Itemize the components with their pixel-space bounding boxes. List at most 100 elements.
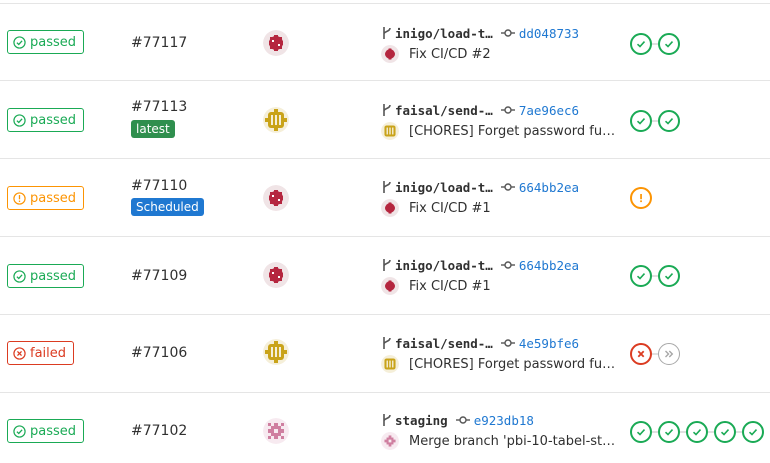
scheduled-badge: Scheduled [131, 198, 204, 216]
pipeline-stages [630, 110, 680, 132]
commit-message-link[interactable]: Fix CI/CD #2 [409, 47, 491, 62]
commit-sha-link[interactable]: e923db18 [474, 413, 534, 428]
branch-name-link[interactable]: inigo/load-t… [395, 180, 493, 195]
commit-sha-link[interactable]: 7ae96ec6 [519, 103, 579, 118]
ref-line: faisal/send-… 7ae96ec6 [381, 101, 579, 119]
pipeline-stages [630, 421, 764, 443]
latest-badge: latest [131, 120, 175, 138]
stage-warning-icon[interactable] [630, 187, 652, 209]
status-badge[interactable]: failed [7, 341, 75, 365]
avatar[interactable] [263, 339, 289, 365]
status-label: passed [30, 423, 77, 439]
branch-name-link[interactable]: staging [395, 413, 448, 428]
status-label: passed [30, 190, 77, 206]
branch-icon [381, 336, 393, 350]
commit-message-link[interactable]: [CHORES] Forget password func… [409, 124, 619, 139]
avatar[interactable] [263, 262, 289, 288]
commit-author-avatar[interactable] [381, 199, 399, 217]
commit-line: Merge branch 'pbi-10-tabel-stat… [381, 431, 619, 451]
status-badge[interactable]: passed [7, 108, 85, 132]
commit-message-link[interactable]: [CHORES] Forget password func… [409, 357, 619, 372]
avatar[interactable] [263, 418, 289, 444]
ref-line: inigo/load-t… 664bb2ea [381, 256, 579, 274]
commit-icon [455, 415, 470, 425]
status-warning-icon [13, 191, 26, 205]
avatar[interactable] [263, 185, 289, 211]
stage-passed-icon[interactable] [630, 421, 652, 443]
status-badge[interactable]: passed [7, 186, 85, 210]
pipeline-row: passed #77117 inigo/load-t… dd048733 Fix… [0, 3, 770, 81]
branch-name-link[interactable]: faisal/send-… [395, 336, 493, 351]
commit-icon [500, 182, 515, 192]
pipeline-row: passed #77109 inigo/load-t… 664bb2ea Fix… [0, 237, 770, 315]
stage-passed-icon[interactable] [658, 421, 680, 443]
status-label: failed [30, 345, 67, 361]
status-badge[interactable]: passed [7, 264, 85, 288]
stage-passed-icon[interactable] [630, 110, 652, 132]
ref-line: staging e923db18 [381, 411, 534, 429]
status-passed-icon [13, 35, 26, 49]
pipeline-id-link[interactable]: #77117 [131, 35, 187, 51]
pipeline-row: passed #77113 latest faisal/send-… 7ae96… [0, 81, 770, 159]
commit-line: [CHORES] Forget password func… [381, 121, 619, 141]
pipeline-row: failed #77106 faisal/send-… 4e59bfe6 [CH… [0, 315, 770, 393]
status-label: passed [30, 34, 77, 50]
commit-icon [500, 338, 515, 348]
stage-passed-icon[interactable] [658, 110, 680, 132]
commit-line: [CHORES] Forget password func… [381, 354, 619, 374]
stage-failed-icon[interactable] [630, 343, 652, 365]
stage-passed-icon[interactable] [630, 265, 652, 287]
status-passed-icon [13, 269, 26, 283]
commit-author-avatar[interactable] [381, 122, 399, 140]
status-passed-icon [13, 113, 26, 127]
status-badge[interactable]: passed [7, 30, 85, 54]
commit-sha-link[interactable]: 4e59bfe6 [519, 336, 579, 351]
branch-icon [381, 26, 393, 40]
pipeline-row: passed #77110 Scheduled inigo/load-t… 66… [0, 159, 770, 237]
commit-line: Fix CI/CD #1 [381, 276, 491, 296]
commit-sha-link[interactable]: 664bb2ea [519, 180, 579, 195]
branch-icon [381, 180, 393, 194]
pipeline-stages [630, 33, 680, 55]
commit-icon [500, 105, 515, 115]
branch-name-link[interactable]: inigo/load-t… [395, 258, 493, 273]
branch-icon [381, 413, 393, 427]
branch-name-link[interactable]: inigo/load-t… [395, 26, 493, 41]
pipeline-id-link[interactable]: #77110 [131, 178, 187, 194]
pipeline-id-link[interactable]: #77109 [131, 268, 187, 284]
pipeline-stages [630, 343, 680, 365]
pipeline-stages [630, 187, 652, 209]
commit-line: Fix CI/CD #1 [381, 198, 491, 218]
stage-passed-icon[interactable] [742, 421, 764, 443]
commit-message-link[interactable]: Fix CI/CD #1 [409, 279, 491, 294]
pipeline-id-link[interactable]: #77113 [131, 99, 187, 115]
stage-passed-icon[interactable] [714, 421, 736, 443]
commit-message-link[interactable]: Merge branch 'pbi-10-tabel-stat… [409, 434, 619, 449]
stage-passed-icon[interactable] [686, 421, 708, 443]
ref-line: faisal/send-… 4e59bfe6 [381, 334, 579, 352]
stage-skipped-icon[interactable] [658, 343, 680, 365]
commit-message-link[interactable]: Fix CI/CD #1 [409, 201, 491, 216]
pipeline-stages [630, 265, 680, 287]
avatar[interactable] [263, 107, 289, 133]
stage-passed-icon[interactable] [630, 33, 652, 55]
commit-author-avatar[interactable] [381, 432, 399, 450]
branch-name-link[interactable]: faisal/send-… [395, 103, 493, 118]
branch-icon [381, 103, 393, 117]
avatar[interactable] [263, 30, 289, 56]
status-label: passed [30, 268, 77, 284]
pipeline-row: passed #77102 staging e923db18 Merge bra… [0, 393, 770, 463]
commit-icon [500, 260, 515, 270]
commit-sha-link[interactable]: 664bb2ea [519, 258, 579, 273]
status-badge[interactable]: passed [7, 419, 85, 443]
stage-passed-icon[interactable] [658, 265, 680, 287]
commit-author-avatar[interactable] [381, 355, 399, 373]
status-failed-icon [13, 346, 26, 360]
commit-sha-link[interactable]: dd048733 [519, 26, 579, 41]
commit-author-avatar[interactable] [381, 45, 399, 63]
pipeline-id-link[interactable]: #77102 [131, 423, 187, 439]
stage-passed-icon[interactable] [658, 33, 680, 55]
commit-author-avatar[interactable] [381, 277, 399, 295]
pipeline-id-link[interactable]: #77106 [131, 345, 187, 361]
ref-line: inigo/load-t… dd048733 [381, 24, 579, 42]
